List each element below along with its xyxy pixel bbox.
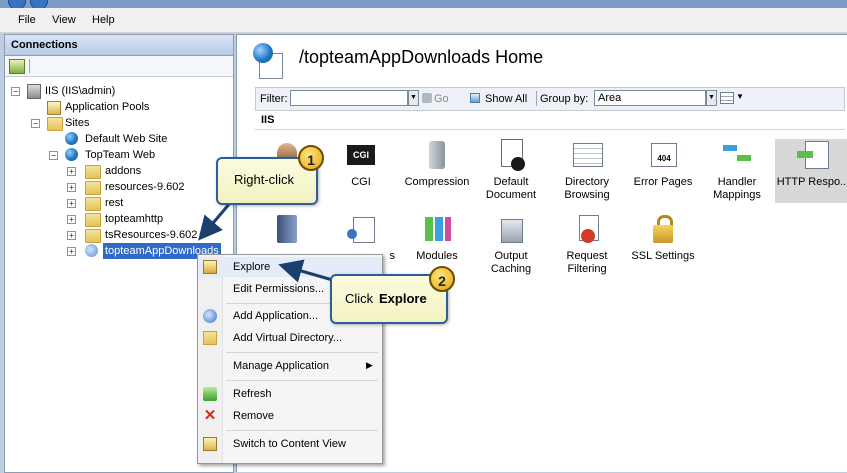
callout-explore-prefix: Click [345,291,377,306]
callout-arrows [198,195,337,283]
callout-number-badge: 1 [298,145,324,171]
callout-explore-bold: Explore [379,291,427,306]
arrow-to-explore [278,259,337,283]
callout-number-badge: 2 [429,266,455,292]
